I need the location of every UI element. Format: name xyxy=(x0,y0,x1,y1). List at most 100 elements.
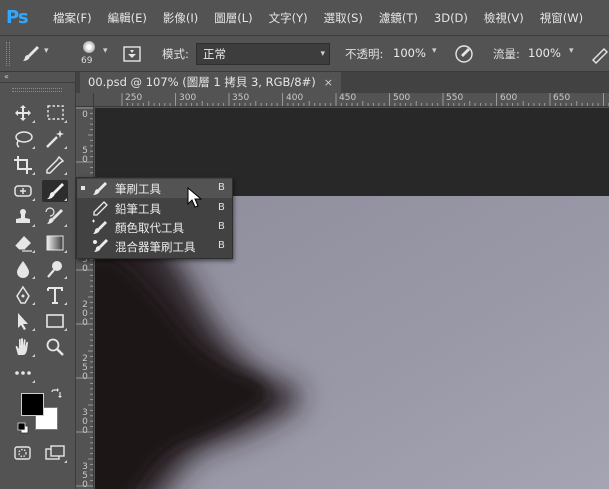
selected-bullet-icon xyxy=(81,186,85,190)
pen-tool[interactable] xyxy=(10,284,36,306)
menu-type[interactable]: 文字(Y) xyxy=(262,0,317,36)
crop-tool[interactable] xyxy=(10,154,36,176)
rectangle-tool[interactable] xyxy=(42,310,68,332)
marquee-tool[interactable] xyxy=(42,102,68,124)
menu-window[interactable]: 視窗(W) xyxy=(533,0,592,36)
options-bar: ▾ 69 ▾ 模式: 正常 ▾ 不透明: 100% ▾ 流量: 100% ▾ xyxy=(0,36,609,72)
panel-divider xyxy=(0,82,76,83)
flyout-item-pencil[interactable]: 鉛筆工具 B xyxy=(77,199,232,218)
history-brush-tool[interactable] xyxy=(42,206,68,228)
collapse-panel-icon[interactable]: « xyxy=(4,72,18,82)
menu-bar: Ps 檔案(F) 編輯(E) 影像(I) 圖層(L) 文字(Y) 選取(S) 濾… xyxy=(0,0,609,36)
tools-panel-grip[interactable] xyxy=(12,88,62,92)
default-colors-icon[interactable] xyxy=(17,422,29,434)
more-tools[interactable] xyxy=(10,362,36,384)
ruler-label: 0 xyxy=(82,264,88,274)
flyout-item-color-replacement[interactable]: 顏色取代工具 B xyxy=(77,218,232,237)
flow-input[interactable]: 100% xyxy=(528,46,561,60)
document-tab-bar: 00.psd @ 107% (圖層 1 拷貝 3, RGB/8#) × xyxy=(76,72,609,93)
document-canvas[interactable] xyxy=(95,108,609,489)
magic-wand-tool[interactable] xyxy=(42,128,68,150)
blend-mode-select[interactable]: 正常 ▾ xyxy=(196,43,330,65)
brush-icon xyxy=(23,46,39,61)
menu-file[interactable]: 檔案(F) xyxy=(46,0,101,36)
pressure-opacity-toggle[interactable] xyxy=(453,43,475,65)
zoom-tool[interactable] xyxy=(42,336,68,358)
flyout-item-shortcut: B xyxy=(218,182,225,193)
menu-3d[interactable]: 3D(D) xyxy=(427,0,477,36)
mouse-cursor-icon xyxy=(187,187,203,208)
blur-tool[interactable] xyxy=(10,258,36,280)
brush-preset-picker[interactable]: 69 xyxy=(78,39,100,69)
ruler-label: 0 xyxy=(82,318,88,328)
hand-tool[interactable] xyxy=(10,336,36,358)
menu-view[interactable]: 檢視(V) xyxy=(477,0,533,36)
vertical-ruler[interactable]: 0 5 0 1 0 1 5 0 2 0 0 2 5 0 3 0 0 3 5 0 xyxy=(76,107,94,489)
color-replacement-icon xyxy=(92,219,107,234)
close-icon[interactable]: × xyxy=(324,76,333,89)
tool-preset-picker[interactable] xyxy=(20,44,42,64)
flyout-item-label: 鉛筆工具 xyxy=(115,202,161,216)
ruler-label: 0 xyxy=(82,110,88,120)
chevron-down-icon[interactable]: ▾ xyxy=(44,46,54,60)
ruler-label: 0 xyxy=(82,426,88,436)
brush-panel-toggle[interactable] xyxy=(122,44,142,64)
dodge-tool[interactable] xyxy=(42,258,68,280)
ruler-origin[interactable] xyxy=(76,93,94,107)
brush-tool[interactable] xyxy=(42,180,68,202)
type-tool[interactable] xyxy=(42,284,68,306)
flyout-item-shortcut: B xyxy=(218,221,225,232)
brush-icon xyxy=(93,182,107,195)
gradient-tool[interactable] xyxy=(42,232,68,254)
ruler-label: 500 xyxy=(393,93,411,103)
flyout-item-mixer-brush[interactable]: 混合器筆刷工具 B xyxy=(77,237,232,256)
ruler-label: 300 xyxy=(179,93,197,103)
document-tab[interactable]: 00.psd @ 107% (圖層 1 拷貝 3, RGB/8#) × xyxy=(80,72,341,93)
brush-settings-icon xyxy=(123,46,141,62)
menu-image[interactable]: 影像(I) xyxy=(156,0,207,36)
ruler-label: 600 xyxy=(500,93,518,103)
flyout-item-label: 筆刷工具 xyxy=(115,182,161,196)
foreground-color-swatch[interactable] xyxy=(21,393,44,416)
eraser-tool[interactable] xyxy=(10,232,36,254)
tools-panel: « xyxy=(0,72,76,489)
ruler-label: 350 xyxy=(232,93,250,103)
menu-select[interactable]: 選取(S) xyxy=(317,0,372,36)
ruler-label: 450 xyxy=(339,93,357,103)
quick-mask-icon xyxy=(14,446,31,460)
horizontal-ruler[interactable]: 250 300 350 400 450 500 550 600 650 xyxy=(94,93,609,107)
swap-colors-icon[interactable] xyxy=(50,388,62,400)
photoshop-window: Ps 檔案(F) 編輯(E) 影像(I) 圖層(L) 文字(Y) 選取(S) 濾… xyxy=(0,0,609,489)
quick-mask-toggle[interactable] xyxy=(10,442,36,464)
chevron-down-icon[interactable]: ▾ xyxy=(432,46,437,56)
chevron-down-icon[interactable]: ▾ xyxy=(103,46,108,56)
airbrush-toggle[interactable] xyxy=(589,43,609,65)
options-bar-grip[interactable] xyxy=(6,42,10,66)
flyout-item-brush[interactable]: 筆刷工具 B xyxy=(77,179,232,198)
opacity-input[interactable]: 100% xyxy=(393,46,426,60)
menu-filter[interactable]: 濾鏡(T) xyxy=(372,0,427,36)
ruler-label: 550 xyxy=(446,93,464,103)
menu-edit[interactable]: 編輯(E) xyxy=(101,0,156,36)
healing-brush-tool[interactable] xyxy=(10,180,36,202)
pencil-icon xyxy=(93,201,108,216)
flyout-item-label: 顏色取代工具 xyxy=(115,221,184,235)
ruler-label: 250 xyxy=(125,93,143,103)
clone-stamp-tool[interactable] xyxy=(10,206,36,228)
move-tool[interactable] xyxy=(10,102,36,124)
path-selection-tool[interactable] xyxy=(10,310,36,332)
blend-mode-value: 正常 xyxy=(203,47,226,61)
screen-mode-toggle[interactable] xyxy=(42,442,68,464)
canvas-image xyxy=(95,108,609,489)
menu-layer[interactable]: 圖層(L) xyxy=(207,0,261,36)
mode-label: 模式: xyxy=(162,47,189,61)
flyout-item-shortcut: B xyxy=(218,202,225,213)
lasso-tool[interactable] xyxy=(10,128,36,150)
opacity-label: 不透明: xyxy=(345,47,384,61)
chevron-down-icon[interactable]: ▾ xyxy=(569,46,574,56)
ruler-label: 650 xyxy=(553,93,571,103)
eyedropper-tool[interactable] xyxy=(42,154,68,176)
ruler-label: 400 xyxy=(286,93,304,103)
zoom-tool-icon xyxy=(46,338,64,356)
ruler-label: 0 xyxy=(82,372,88,382)
